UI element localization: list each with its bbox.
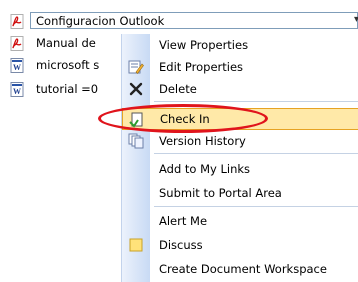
menu-item-label: Edit Properties <box>159 60 244 74</box>
menu-item-submit-to-portal-area[interactable]: Submit to Portal Area <box>122 182 358 204</box>
version-history-icon <box>128 133 144 149</box>
menu-item-discuss[interactable]: Discuss <box>122 234 358 256</box>
menu-item-label: Submit to Portal Area <box>159 186 282 200</box>
menu-item-create-document-workspace[interactable]: Create Document Workspace <box>122 258 358 280</box>
menu-item-check-in[interactable]: Check In <box>122 108 358 130</box>
svg-text:W: W <box>13 63 21 72</box>
document-name[interactable]: Configuracion Outlook <box>36 14 164 28</box>
menu-item-label: Alert Me <box>159 214 208 228</box>
menu-item-version-history[interactable]: Version History <box>122 130 358 152</box>
menu-item-add-to-my-links[interactable]: Add to My Links <box>122 158 358 180</box>
menu-item-label: Create Document Workspace <box>159 262 327 276</box>
word-icon: W <box>10 82 24 97</box>
menu-separator <box>154 206 358 207</box>
menu-item-alert-me[interactable]: Alert Me <box>122 210 358 232</box>
context-menu: View Properties Edit Properties Delete C… <box>121 34 358 282</box>
menu-item-label: Discuss <box>159 238 203 252</box>
menu-item-label: Check In <box>160 112 210 126</box>
edit-properties-icon <box>128 60 144 74</box>
menu-separator <box>154 101 358 102</box>
menu-item-edit-properties[interactable]: Edit Properties <box>122 56 358 78</box>
svg-text:W: W <box>13 87 21 96</box>
menu-item-label: Add to My Links <box>159 162 251 176</box>
pdf-icon <box>10 36 24 51</box>
discuss-icon <box>129 238 143 252</box>
chevron-down-icon[interactable]: ▾ <box>354 14 358 25</box>
menu-item-label: Delete <box>159 82 197 96</box>
document-name[interactable]: tutorial =0 <box>36 82 98 96</box>
selected-document-box[interactable]: Configuracion Outlook ▾ <box>30 12 358 29</box>
document-name[interactable]: Manual de <box>36 36 96 50</box>
menu-separator <box>154 153 358 154</box>
document-name[interactable]: microsoft s <box>36 58 99 72</box>
check-in-icon <box>129 112 143 128</box>
pdf-icon <box>10 14 24 29</box>
delete-icon <box>129 82 143 96</box>
menu-item-view-properties[interactable]: View Properties <box>122 34 358 56</box>
menu-item-label: Version History <box>159 134 246 148</box>
menu-item-delete[interactable]: Delete <box>122 78 358 100</box>
word-icon: W <box>10 58 24 73</box>
menu-item-label: View Properties <box>159 38 249 52</box>
